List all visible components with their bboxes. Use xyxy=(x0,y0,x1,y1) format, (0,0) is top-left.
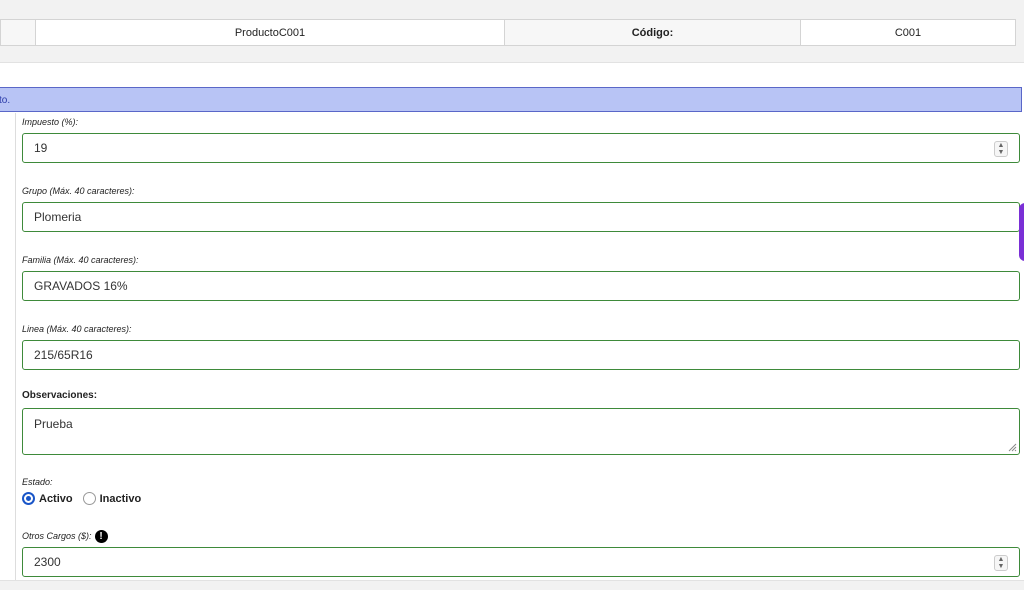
code-value: C001 xyxy=(894,26,922,39)
tax-label: Impuesto (%): xyxy=(22,117,79,127)
status-active-radio[interactable] xyxy=(22,492,35,505)
header-bar: ProductoC001 Código: C001 xyxy=(0,0,1024,63)
status-label: Estado: xyxy=(22,477,53,487)
status-radio-group: Activo Inactivo xyxy=(22,492,1020,505)
status-inactive-label[interactable]: Inactivo xyxy=(100,493,142,505)
line-input[interactable]: 215/65R16 xyxy=(22,340,1020,370)
family-input[interactable]: GRAVADOS 16% xyxy=(22,271,1020,301)
line-label: Linea (Máx. 40 caracteres): xyxy=(22,324,132,334)
code-label: Código: xyxy=(505,20,801,45)
group-value: Plomeria xyxy=(34,210,82,224)
family-label: Familia (Máx. 40 caracteres): xyxy=(22,255,139,265)
spinner-arrows-icon[interactable]: ▲ ▼ xyxy=(994,141,1008,157)
product-info-table: ProductoC001 Código: C001 xyxy=(0,19,1016,46)
notes-label: Observaciones: xyxy=(22,390,98,401)
exclamation-icon[interactable]: ! xyxy=(94,530,108,543)
resize-grip-icon[interactable] xyxy=(1007,442,1017,452)
status-active-label[interactable]: Activo xyxy=(39,493,73,505)
spinner-arrows-icon[interactable]: ▲ ▼ xyxy=(994,555,1008,571)
divider xyxy=(15,113,16,580)
group-input[interactable]: Plomeria xyxy=(22,202,1020,232)
other-charges-value: 2300 xyxy=(34,555,61,569)
notes-textarea[interactable]: Prueba xyxy=(22,408,1020,455)
other-charges-label-row: Otros Cargos ($):! xyxy=(22,530,1020,543)
tax-input[interactable]: 19 ▲ ▼ xyxy=(22,133,1020,163)
group-label: Grupo (Máx. 40 caracteres): xyxy=(22,186,135,196)
info-alert: to. xyxy=(0,87,1022,112)
footer-bar xyxy=(0,580,1024,590)
other-charges-input[interactable]: 2300 ▲ ▼ xyxy=(22,547,1020,577)
side-tab[interactable] xyxy=(1019,203,1024,261)
info-cell-empty xyxy=(1,20,36,45)
notes-value: Prueba xyxy=(34,417,73,431)
product-form: Impuesto (%): 19 ▲ ▼ Grupo (Máx. 40 carac… xyxy=(22,112,1020,577)
product-name-value: ProductoC001 xyxy=(36,20,505,45)
tax-value: 19 xyxy=(34,141,48,155)
line-value: 215/65R16 xyxy=(34,348,93,362)
other-charges-label: Otros Cargos ($): xyxy=(22,530,92,541)
status-inactive-radio[interactable] xyxy=(82,492,96,505)
family-value: GRAVADOS 16% xyxy=(34,279,128,293)
alert-text: to. xyxy=(0,95,11,106)
